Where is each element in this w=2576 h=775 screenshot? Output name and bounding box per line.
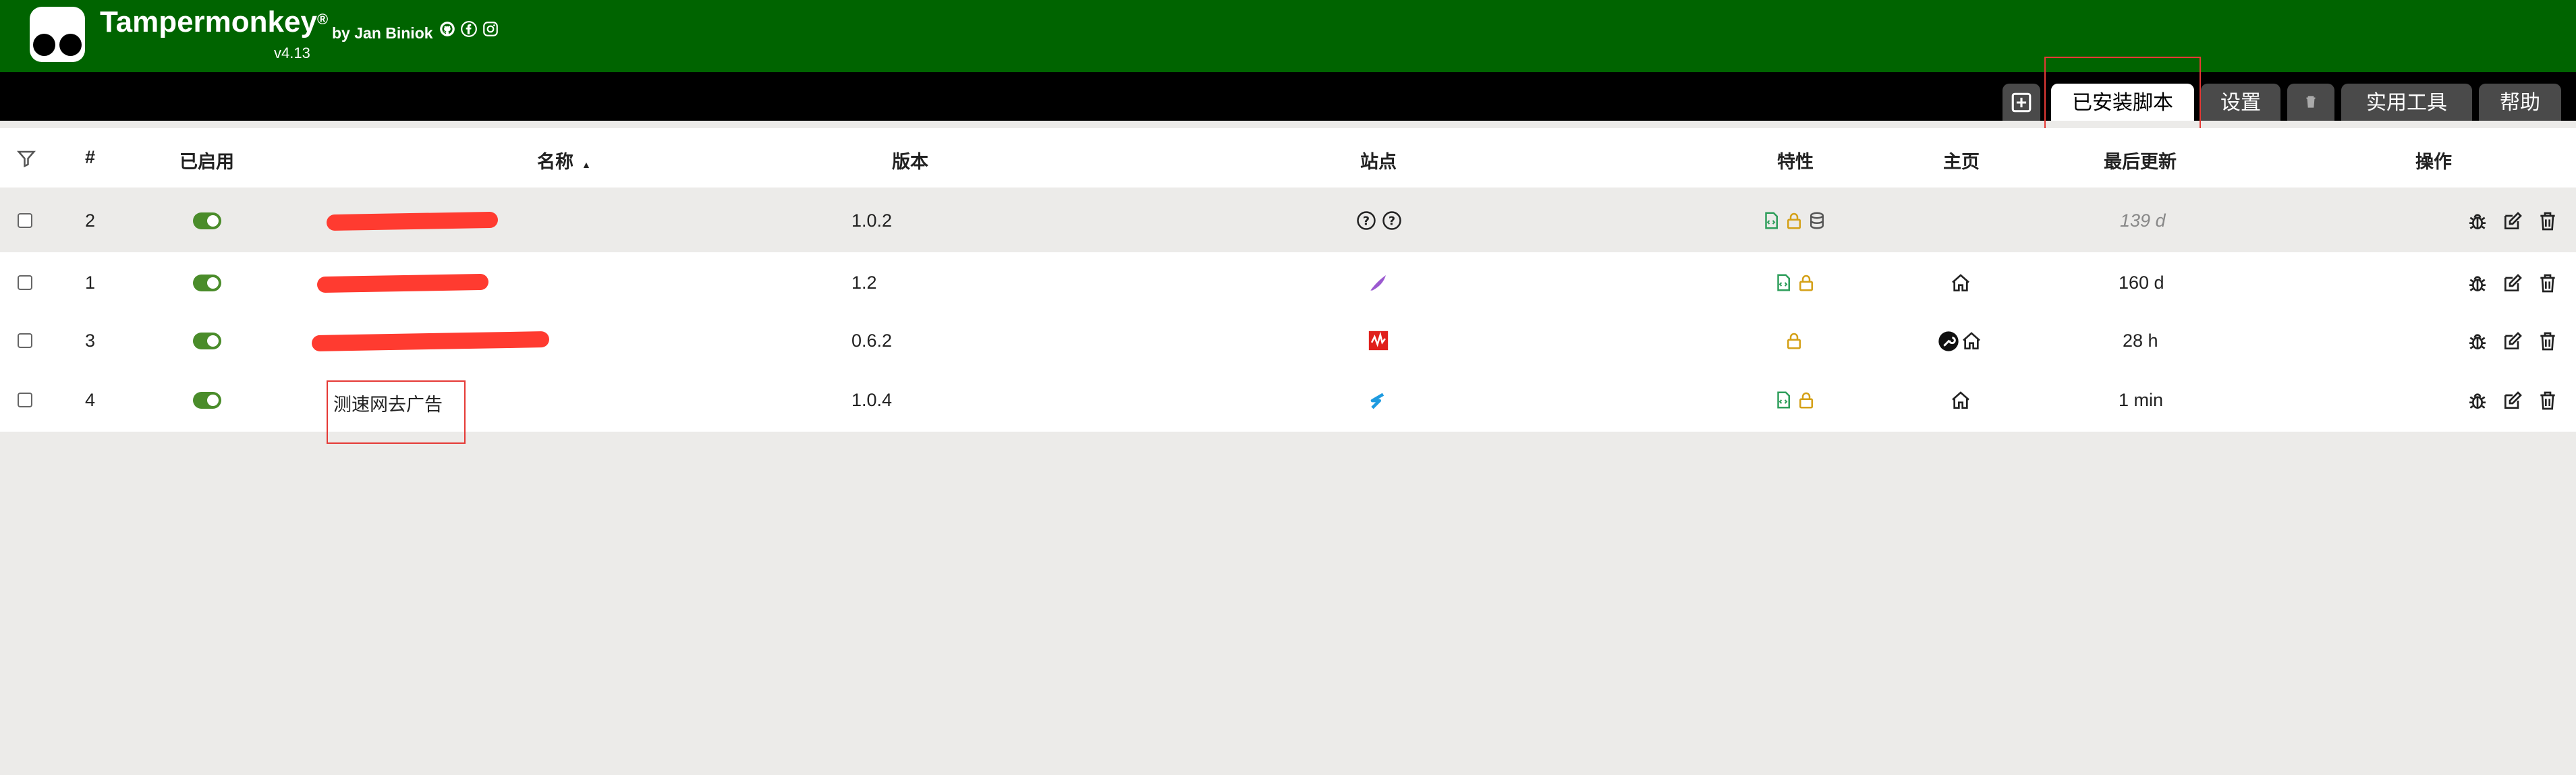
bug-icon[interactable] bbox=[2467, 390, 2488, 411]
column-homepage[interactable]: 主页 bbox=[1943, 147, 1980, 173]
trash-icon[interactable] bbox=[2537, 331, 2558, 352]
script-version: 0.6.2 bbox=[851, 331, 893, 351]
lock-icon bbox=[1784, 210, 1804, 231]
lock-icon bbox=[1784, 331, 1804, 351]
trash-icon[interactable] bbox=[2537, 272, 2558, 294]
author-byline: by Jan Biniok bbox=[332, 24, 433, 42]
column-enabled[interactable]: 已启用 bbox=[179, 147, 234, 173]
table-row: 2 1.0.2 ? ? 139 d bbox=[0, 190, 2576, 252]
table-row: 3 0.6.2 28 h bbox=[0, 310, 2576, 372]
last-updated: 139 d bbox=[2120, 210, 2166, 231]
script-file-icon bbox=[1761, 210, 1781, 231]
column-name[interactable]: 名称 ▲ bbox=[537, 147, 591, 173]
database-icon bbox=[1807, 210, 1827, 231]
redacted-script-name[interactable] bbox=[316, 273, 489, 293]
plus-square-icon bbox=[2010, 92, 2033, 119]
lock-icon bbox=[1796, 272, 1816, 293]
tab-help[interactable]: 帮助 bbox=[2479, 84, 2561, 121]
lock-icon bbox=[1796, 390, 1816, 410]
column-features[interactable]: 特性 bbox=[1777, 147, 1814, 173]
column-actions: 操作 bbox=[2415, 152, 2452, 172]
question-circle-icon: ? bbox=[1356, 210, 1376, 231]
table-row: 4 测速网去广告 1.0.4 1 min bbox=[0, 370, 2576, 432]
tampermonkey-logo-icon[interactable] bbox=[30, 7, 85, 62]
home-icon[interactable] bbox=[1950, 390, 1971, 411]
instagram-icon[interactable] bbox=[482, 20, 499, 40]
tab-installed-scripts[interactable]: 已安装脚本 bbox=[2051, 84, 2194, 121]
app-version: v4.13 bbox=[274, 45, 310, 61]
question-circle-icon: ? bbox=[1382, 210, 1402, 231]
sort-ascending-icon: ▲ bbox=[582, 159, 591, 170]
purple-feather-favicon bbox=[1367, 272, 1389, 294]
social-links bbox=[439, 20, 499, 40]
script-version: 1.0.2 bbox=[851, 210, 893, 231]
enabled-toggle[interactable] bbox=[193, 275, 221, 291]
wrench-circle-icon[interactable] bbox=[1938, 331, 1959, 352]
script-version: 1.0.4 bbox=[851, 390, 893, 410]
tab-new-script[interactable] bbox=[2003, 84, 2040, 121]
trash-icon[interactable] bbox=[2537, 210, 2558, 232]
row-select-checkbox[interactable] bbox=[18, 213, 32, 228]
svg-text:?: ? bbox=[1389, 214, 1395, 228]
script-number: 2 bbox=[85, 210, 96, 231]
row-select-checkbox[interactable] bbox=[18, 333, 32, 348]
app-header: Tampermonkey® by Jan Biniok v4.13 bbox=[0, 0, 2576, 72]
edit-icon[interactable] bbox=[2502, 272, 2523, 294]
column-number[interactable]: # bbox=[85, 147, 95, 168]
table-header: # 已启用 名称 ▲ 版本 站点 特性 主页 最后更新 操作 bbox=[0, 128, 2576, 188]
last-updated: 28 h bbox=[2123, 331, 2158, 351]
script-number: 1 bbox=[85, 272, 96, 293]
trash-icon[interactable] bbox=[2537, 390, 2558, 411]
edit-icon[interactable] bbox=[2502, 331, 2523, 352]
last-updated: 1 min bbox=[2119, 390, 2164, 410]
row-select-checkbox[interactable] bbox=[18, 275, 32, 290]
tab-trash[interactable] bbox=[2287, 84, 2334, 121]
tab-utilities[interactable]: 实用工具 bbox=[2341, 84, 2472, 121]
script-name-link[interactable]: 测速网去广告 bbox=[333, 390, 443, 416]
redacted-script-name[interactable] bbox=[326, 211, 499, 231]
github-icon[interactable] bbox=[439, 20, 456, 40]
last-updated: 160 d bbox=[2119, 272, 2164, 293]
script-file-icon bbox=[1773, 390, 1793, 410]
edit-icon[interactable] bbox=[2502, 390, 2523, 411]
svg-text:?: ? bbox=[1363, 214, 1370, 228]
enabled-toggle[interactable] bbox=[193, 212, 221, 229]
column-version[interactable]: 版本 bbox=[892, 147, 928, 173]
script-number: 3 bbox=[85, 331, 96, 351]
tab-settings[interactable]: 设置 bbox=[2201, 84, 2280, 121]
edit-icon[interactable] bbox=[2502, 210, 2523, 232]
column-sites[interactable]: 站点 bbox=[1360, 147, 1397, 173]
bug-icon[interactable] bbox=[2467, 272, 2488, 294]
redacted-script-name[interactable] bbox=[311, 331, 550, 352]
blue-s-favicon bbox=[1367, 390, 1389, 411]
trash-icon bbox=[2302, 93, 2320, 115]
facebook-icon[interactable] bbox=[460, 20, 478, 40]
bug-icon[interactable] bbox=[2467, 331, 2488, 352]
script-file-icon bbox=[1773, 272, 1793, 293]
enabled-toggle[interactable] bbox=[193, 392, 221, 409]
script-version: 1.2 bbox=[851, 272, 877, 293]
bug-icon[interactable] bbox=[2467, 210, 2488, 232]
home-icon[interactable] bbox=[1961, 331, 1982, 352]
row-select-checkbox[interactable] bbox=[18, 393, 32, 407]
red-site-favicon bbox=[1367, 329, 1390, 352]
filter-icon[interactable] bbox=[16, 148, 36, 173]
app-title: Tampermonkey® bbox=[100, 5, 329, 38]
enabled-toggle[interactable] bbox=[193, 333, 221, 349]
table-row: 1 1.2 160 d bbox=[0, 252, 2576, 314]
home-icon[interactable] bbox=[1950, 272, 1971, 294]
script-number: 4 bbox=[85, 390, 96, 410]
column-last-updated[interactable]: 最后更新 bbox=[2104, 147, 2177, 173]
